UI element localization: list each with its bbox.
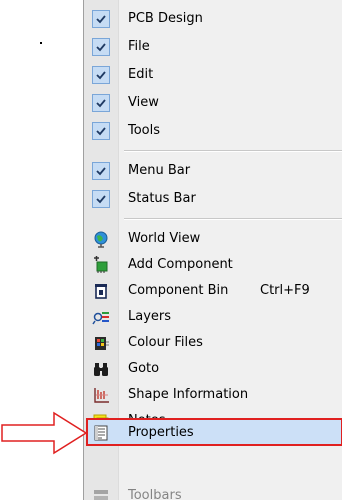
shape-information-icon (92, 386, 110, 404)
checkmark-icon (92, 38, 110, 56)
binoculars-icon (92, 360, 110, 378)
checkmark-icon (92, 10, 110, 28)
menu-item-colour-files[interactable]: Colour Files (84, 330, 342, 356)
menu-item-edit[interactable]: Edit (84, 62, 342, 88)
menu-item-label: View (128, 95, 159, 110)
menu-item-label: Status Bar (128, 191, 196, 206)
menu-item-label: Edit (128, 67, 154, 82)
component-bin-icon (92, 282, 110, 300)
menu-separator-highlight (124, 219, 342, 220)
menu-item-label: Shape Information (128, 387, 249, 402)
menu-item-label: Add Component (128, 257, 233, 272)
colour-files-icon (92, 334, 110, 352)
menu-item-properties[interactable]: Properties (84, 420, 342, 446)
menu-item-shortcut: Ctrl+F9 (260, 283, 310, 298)
checkmark-icon (92, 66, 110, 84)
pointer-arrow-icon (1, 411, 88, 455)
properties-icon (92, 424, 110, 442)
menu-item-shape-information[interactable]: Shape Information (84, 382, 342, 408)
menu-item-add-component[interactable]: Add Component (84, 252, 342, 278)
checkmark-icon (92, 94, 110, 112)
menu-item-label: File (128, 39, 150, 54)
menu-item-label: World View (128, 231, 201, 246)
checkmark-icon (92, 122, 110, 140)
menu-item-label: Properties (128, 425, 194, 440)
menu-item-toolbars[interactable]: Toolbars (84, 486, 342, 500)
screenshot-canvas: PCB Design File Edit View Tools Menu Bar… (0, 0, 342, 500)
menu-item-view[interactable]: View (84, 90, 342, 116)
layers-icon (92, 308, 110, 326)
menu-item-tools[interactable]: Tools (84, 118, 342, 144)
toolbars-icon (92, 487, 110, 500)
menu-item-label: Component Bin (128, 283, 229, 298)
menu-item-world-view[interactable]: World View (84, 226, 342, 252)
menu-separator-highlight (124, 151, 342, 152)
globe-icon (92, 230, 110, 248)
checkmark-icon (92, 162, 110, 180)
stray-dot (40, 42, 42, 44)
add-component-icon (92, 256, 110, 274)
menu-item-component-bin[interactable]: Component Bin Ctrl+F9 (84, 278, 342, 304)
menu-item-status-bar[interactable]: Status Bar (84, 186, 342, 212)
menu-item-label: Tools (128, 123, 161, 138)
menu-item-pcb-design[interactable]: PCB Design (84, 6, 342, 32)
menu-item-label: Menu Bar (128, 163, 191, 178)
menu-item-menu-bar[interactable]: Menu Bar (84, 158, 342, 184)
menu-item-label: Colour Files (128, 335, 203, 350)
menu-item-label: PCB Design (128, 11, 203, 26)
menu-item-label: Layers (128, 309, 172, 324)
menu-item-file[interactable]: File (84, 34, 342, 60)
menu-item-layers[interactable]: Layers (84, 304, 342, 330)
menu-item-label: Goto (128, 361, 160, 376)
view-context-menu: PCB Design File Edit View Tools Menu Bar… (83, 0, 342, 500)
menu-item-toolbars-clip: Toolbars (84, 486, 342, 500)
checkmark-icon (92, 190, 110, 208)
menu-item-label: Toolbars (128, 488, 182, 500)
menu-item-goto[interactable]: Goto (84, 356, 342, 382)
